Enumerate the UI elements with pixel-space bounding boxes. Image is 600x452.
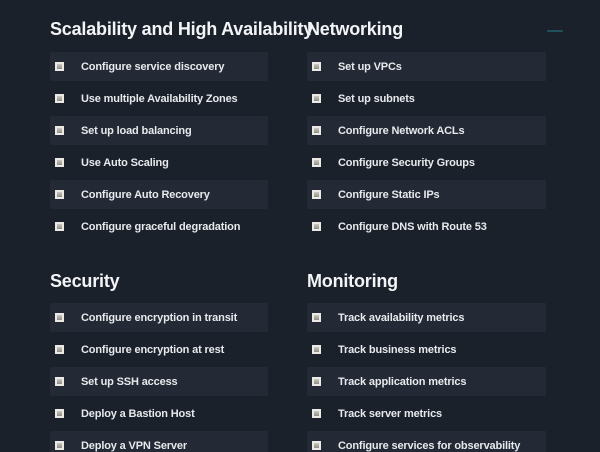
- checkbox-icon[interactable]: [55, 377, 64, 386]
- checklist-item[interactable]: Configure services for observability: [307, 431, 546, 452]
- checklist-item[interactable]: Configure Network ACLs: [307, 116, 546, 145]
- checklist-item[interactable]: Configure encryption at rest: [50, 335, 268, 364]
- checkbox-icon[interactable]: [55, 62, 64, 71]
- checklist-item-label: Deploy a VPN Server: [81, 440, 187, 452]
- checklist-item-label: Configure service discovery: [81, 61, 224, 73]
- section-title: Networking: [307, 16, 546, 42]
- checklist-item[interactable]: Track server metrics: [307, 399, 546, 428]
- section-security: SecurityConfigure encryption in transitC…: [50, 268, 268, 452]
- checklist-item[interactable]: Use multiple Availability Zones: [50, 84, 268, 113]
- checkbox-icon[interactable]: [55, 313, 64, 322]
- checkbox-icon[interactable]: [312, 409, 321, 418]
- checklist-item[interactable]: Set up subnets: [307, 84, 546, 113]
- checklist-item-label: Configure services for observability: [338, 440, 520, 452]
- section-title: Security: [50, 268, 268, 294]
- checkbox-icon[interactable]: [312, 62, 321, 71]
- checklist-item[interactable]: Configure Static IPs: [307, 180, 546, 209]
- checklist-item[interactable]: Track application metrics: [307, 367, 546, 396]
- checklist-item-label: Track business metrics: [338, 344, 456, 356]
- checklist-item[interactable]: Use Auto Scaling: [50, 148, 268, 177]
- checklist-item-label: Use multiple Availability Zones: [81, 93, 238, 105]
- checklist-item[interactable]: Deploy a Bastion Host: [50, 399, 268, 428]
- checkbox-icon[interactable]: [55, 222, 64, 231]
- checklist-item[interactable]: Track business metrics: [307, 335, 546, 364]
- checkbox-icon[interactable]: [312, 190, 321, 199]
- checklist-item[interactable]: Configure Security Groups: [307, 148, 546, 177]
- checklist: Configure encryption in transit Configure…: [50, 303, 268, 452]
- checklist-item[interactable]: Configure DNS with Route 53: [307, 212, 546, 241]
- column-right: Networking Set up VPCs Set up subnets Confi…: [307, 0, 546, 452]
- checklist-item-label: Set up load balancing: [81, 125, 192, 137]
- section-title: Monitoring: [307, 268, 546, 294]
- section-scalability: Scalability and High Availability Configu…: [50, 16, 268, 241]
- checklist-item-label: Use Auto Scaling: [81, 157, 169, 169]
- checklist-item-label: Configure Static IPs: [338, 189, 440, 201]
- checklist-item[interactable]: Set up load balancing: [50, 116, 268, 145]
- checklist-item-label: Track application metrics: [338, 376, 466, 388]
- checklist-item-label: Configure Auto Recovery: [81, 189, 210, 201]
- checklist-item[interactable]: Configure service discovery: [50, 52, 268, 81]
- checklist-item-label: Set up subnets: [338, 93, 415, 105]
- column-left: Scalability and High Availability Configu…: [50, 0, 268, 452]
- section-monitoring: MonitoringTrack availability metricsTrac…: [307, 268, 546, 452]
- checklist: Set up VPCs Set up subnets Configure Netwo…: [307, 52, 546, 241]
- section-collapse-dash-icon[interactable]: [547, 30, 563, 32]
- checkbox-icon[interactable]: [55, 190, 64, 199]
- checklist-page: Scalability and High Availability Configu…: [0, 0, 600, 452]
- checkbox-icon[interactable]: [312, 126, 321, 135]
- checklist-item-label: Deploy a Bastion Host: [81, 408, 195, 420]
- checklist-item-label: Configure graceful degradation: [81, 221, 240, 233]
- checkbox-icon[interactable]: [312, 222, 321, 231]
- checkbox-icon[interactable]: [312, 94, 321, 103]
- section-title: Scalability and High Availability: [50, 16, 268, 42]
- checkbox-icon[interactable]: [312, 377, 321, 386]
- checkbox-icon[interactable]: [312, 158, 321, 167]
- checklist-item-label: Configure encryption in transit: [81, 312, 237, 324]
- checkbox-icon[interactable]: [55, 94, 64, 103]
- checklist-item[interactable]: Deploy a VPN Server: [50, 431, 268, 452]
- checklist-item[interactable]: Configure graceful degradation: [50, 212, 268, 241]
- checkbox-icon[interactable]: [55, 409, 64, 418]
- checklist-item-label: Configure Network ACLs: [338, 125, 464, 137]
- checklist-item-label: Set up VPCs: [338, 61, 402, 73]
- checklist-item[interactable]: Set up SSH access: [50, 367, 268, 396]
- checkbox-icon[interactable]: [55, 345, 64, 354]
- checkbox-icon[interactable]: [312, 313, 321, 322]
- checklist-item-label: Configure DNS with Route 53: [338, 221, 487, 233]
- checklist-item[interactable]: Set up VPCs: [307, 52, 546, 81]
- checkbox-icon[interactable]: [55, 126, 64, 135]
- section-networking: Networking Set up VPCs Set up subnets Confi…: [307, 16, 546, 241]
- checklist-item-label: Set up SSH access: [81, 376, 178, 388]
- checklist-item-label: Configure encryption at rest: [81, 344, 224, 356]
- checkbox-icon[interactable]: [55, 158, 64, 167]
- checklist-item[interactable]: Configure encryption in transit: [50, 303, 268, 332]
- checklist-item-label: Track availability metrics: [338, 312, 464, 324]
- checklist-item-label: Track server metrics: [338, 408, 442, 420]
- checkbox-icon[interactable]: [55, 441, 64, 450]
- checklist-item[interactable]: Track availability metrics: [307, 303, 546, 332]
- checklist: Configure service discovery Use multiple …: [50, 52, 268, 241]
- checklist-item-label: Configure Security Groups: [338, 157, 475, 169]
- checkbox-icon[interactable]: [312, 345, 321, 354]
- checkbox-icon[interactable]: [312, 441, 321, 450]
- checklist-item[interactable]: Configure Auto Recovery: [50, 180, 268, 209]
- checklist: Track availability metrics Track business…: [307, 303, 546, 452]
